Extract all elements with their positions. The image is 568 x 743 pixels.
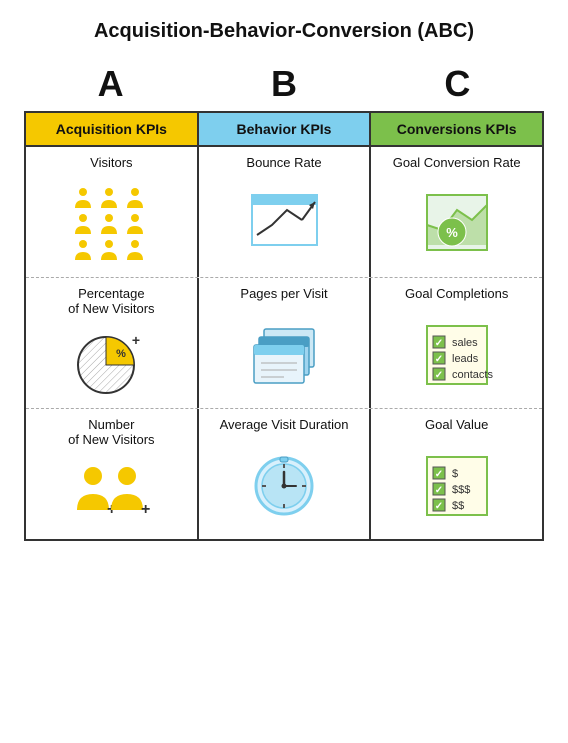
data-row-1: Visitors Bounce Rate: [26, 147, 542, 278]
person-icon-7: [74, 238, 92, 260]
cell-visitors: Visitors: [26, 147, 199, 277]
svg-text:%: %: [446, 225, 458, 240]
abc-grid: Acquisition KPIs Behavior KPIs Conversio…: [24, 111, 544, 541]
label-pages-per-visit: Pages per Visit: [240, 286, 327, 301]
col-b-letter: B: [197, 63, 370, 105]
col-c-letter: C: [371, 63, 544, 105]
cell-goal-value: Goal Value ✓ $ ✓ $$$ ✓: [371, 409, 542, 539]
cell-goal-completions: Goal Completions ✓ sales ✓ leads: [371, 278, 542, 408]
icon-number-new-visitors: + +: [71, 453, 151, 531]
cell-number-new-visitors: Number of New Visitors + +: [26, 409, 199, 539]
svg-text:leads: leads: [452, 353, 479, 365]
svg-text:%: %: [116, 348, 126, 360]
svg-text:+: +: [132, 332, 140, 348]
icon-goal-conversion-rate: %: [422, 176, 492, 269]
svg-text:✓: ✓: [434, 370, 442, 381]
person-icon-3: [126, 186, 144, 208]
svg-text:✓: ✓: [434, 469, 442, 480]
pie-chart-svg: % +: [74, 325, 149, 397]
label-bounce-rate: Bounce Rate: [246, 155, 321, 170]
icon-visitors: [74, 176, 148, 269]
icon-pages-per-visit: [249, 307, 319, 400]
svg-text:✓: ✓: [434, 354, 442, 365]
data-row-3: Number of New Visitors + + Av: [26, 409, 542, 539]
pages-svg: [249, 321, 319, 386]
svg-text:$: $: [452, 468, 458, 480]
cell-pages-per-visit: Pages per Visit: [199, 278, 372, 408]
clock-svg: [252, 452, 317, 517]
icon-goal-value: ✓ $ ✓ $$$ ✓ $$: [417, 438, 497, 531]
person-icon-8: [100, 238, 118, 260]
person-icon-1: [74, 186, 92, 208]
cell-goal-conversion-rate: Goal Conversion Rate %: [371, 147, 542, 277]
svg-text:sales: sales: [452, 337, 478, 349]
column-headers: A B C: [24, 63, 544, 105]
icon-bounce-rate: [247, 176, 322, 269]
person-icon-9: [126, 238, 144, 260]
icon-goal-completions: ✓ sales ✓ leads ✓ contacts: [417, 307, 497, 400]
header-conversions: Conversions KPIs: [371, 113, 542, 145]
label-goal-completions: Goal Completions: [405, 286, 508, 301]
cell-percentage-new-visitors: Percentage of New Visitors %: [26, 278, 199, 408]
svg-text:✓: ✓: [434, 485, 442, 496]
goal-value-svg: ✓ $ ✓ $$$ ✓ $$: [417, 452, 497, 517]
col-a-letter: A: [24, 63, 197, 105]
svg-text:$$: $$: [452, 500, 464, 512]
svg-text:+: +: [141, 501, 150, 518]
new-visitors-svg: + +: [71, 462, 151, 522]
conversion-chart-svg: %: [422, 190, 492, 255]
cell-bounce-rate: Bounce Rate: [199, 147, 372, 277]
label-percentage-new-visitors: Percentage of New Visitors: [68, 286, 154, 316]
svg-text:contacts: contacts: [452, 369, 493, 381]
person-icon-2: [100, 186, 118, 208]
icon-average-visit-duration: [252, 438, 317, 531]
cell-average-visit-duration: Average Visit Duration: [199, 409, 372, 539]
label-number-new-visitors: Number of New Visitors: [68, 417, 154, 447]
person-icon-6: [126, 212, 144, 234]
page-title: Acquisition-Behavior-Conversion (ABC): [94, 20, 474, 43]
person-icon-4: [74, 212, 92, 234]
label-average-visit-duration: Average Visit Duration: [220, 417, 349, 432]
label-goal-conversion-rate: Goal Conversion Rate: [393, 155, 521, 170]
label-goal-value: Goal Value: [425, 417, 488, 432]
checklist-svg: ✓ sales ✓ leads ✓ contacts: [417, 321, 497, 386]
svg-text:$$$: $$$: [452, 484, 470, 496]
svg-text:✓: ✓: [434, 501, 442, 512]
header-row: Acquisition KPIs Behavior KPIs Conversio…: [26, 113, 542, 147]
header-acquisition: Acquisition KPIs: [26, 113, 199, 145]
person-icon-5: [100, 212, 118, 234]
icon-percentage-new-visitors: % +: [74, 322, 149, 400]
bounce-chart-svg: [247, 190, 322, 255]
svg-text:✓: ✓: [434, 338, 442, 349]
data-row-2: Percentage of New Visitors %: [26, 278, 542, 409]
label-visitors: Visitors: [90, 155, 132, 170]
header-behavior: Behavior KPIs: [199, 113, 372, 145]
